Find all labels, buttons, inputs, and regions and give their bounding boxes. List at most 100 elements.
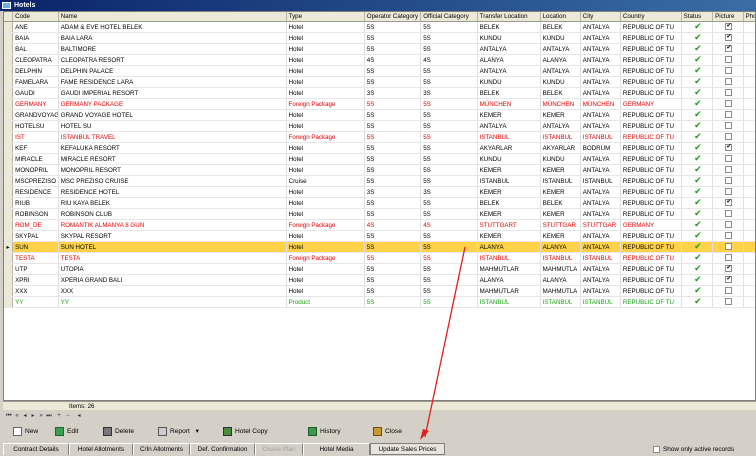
table-row[interactable]: GRANDVOYAG GRAND VOYAGE HOTEL Hotel 5S 5S KEM… [4, 109, 755, 121]
column-header-name[interactable]: Name [58, 12, 287, 22]
table-row[interactable]: DELPHIN DELPHIN PALACE Hotel 5S 5S ANTALYA ANT… [4, 65, 755, 77]
show-active-checkbox[interactable] [653, 445, 660, 453]
row-indicator[interactable] [4, 263, 14, 275]
picture-checkbox[interactable] [725, 33, 733, 42]
table-row[interactable]: MONOPRIL MONOPRIL RESORT Hotel 5S 5S KEMER KEM… [4, 164, 755, 176]
row-indicator[interactable] [4, 76, 14, 88]
close-button[interactable]: Close [373, 425, 402, 439]
picture-checkbox[interactable] [725, 221, 733, 229]
table-row[interactable]: SKYPAL SKYPAL RESORT Hotel 5S 5S KEMER KEMER AN… [4, 230, 755, 242]
picture-checkbox[interactable] [725, 243, 733, 251]
picture-checkbox[interactable] [725, 44, 733, 53]
picture-checkbox[interactable] [725, 67, 733, 75]
new-button[interactable]: New [13, 425, 38, 439]
row-indicator[interactable] [4, 274, 14, 286]
picture-checkbox[interactable] [725, 210, 733, 218]
table-row[interactable]: TESTA TESTA Foreign Package 5S 5S ISTANBUL IST… [4, 252, 755, 264]
nav-prev-page-icon[interactable]: « [13, 412, 21, 420]
table-row[interactable]: MIRACLE MIRACLE RESORT Hotel 5S 5S KUNDU KUNDU… [4, 153, 755, 165]
row-indicator[interactable] [4, 131, 14, 143]
picture-checkbox[interactable] [725, 298, 733, 306]
nav-remove-icon[interactable]: − [64, 412, 72, 420]
row-indicator[interactable] [4, 164, 14, 176]
tab-cin-allotments[interactable]: C/In Allotments [133, 443, 190, 455]
column-header-city[interactable]: City [580, 12, 621, 22]
tab-cruise-plan[interactable]: Cruise Plan [255, 443, 303, 455]
row-indicator[interactable] [4, 285, 14, 297]
table-row[interactable]: RESIDENCE RESIDENCE HOTEL Hotel 3S 3S KEMER KE… [4, 186, 755, 198]
picture-checkbox[interactable] [725, 275, 733, 284]
nav-scroll-icon[interactable]: ◂ [75, 412, 83, 420]
row-indicator[interactable] [4, 186, 14, 198]
table-row[interactable]: MSCPREZISO MSC PREZISO CRUISE Cruise 5S 5S IS… [4, 175, 755, 187]
row-indicator[interactable] [4, 153, 14, 165]
table-row[interactable]: HOTELSU HOTEL SU Hotel 5S 5S ANTALYA ANTALYA AN… [4, 120, 755, 132]
picture-checkbox[interactable] [725, 122, 733, 130]
row-indicator[interactable] [4, 32, 14, 44]
table-row[interactable]: UTP UTOPIA Hotel 5S 5S MAHMUTLAR MAHMUTLA ANTAL… [4, 263, 755, 275]
picture-checkbox[interactable] [725, 89, 733, 97]
row-indicator[interactable] [4, 54, 14, 66]
picture-checkbox[interactable] [725, 22, 733, 31]
hotel-copy-button[interactable]: Hotel Copy [223, 425, 268, 439]
row-indicator[interactable]: ▸ [4, 241, 14, 253]
row-indicator[interactable] [4, 109, 14, 121]
column-header-country[interactable]: Country [620, 12, 682, 22]
column-header-official-category[interactable]: Official Category [420, 12, 478, 22]
row-indicator[interactable] [4, 197, 14, 209]
nav-last-icon[interactable]: ⏭ [45, 412, 53, 420]
column-header-operator-category[interactable]: Operator Category [364, 12, 422, 22]
table-row[interactable]: ROBINSON ROBINSON CLUB Hotel 5S 5S KEMER KEMER… [4, 208, 755, 220]
table-row[interactable]: BAIA BAIA LARA Hotel 5S 5S KUNDU KUNDU ANTALYA R… [4, 32, 755, 44]
picture-checkbox[interactable] [725, 264, 733, 273]
table-row[interactable]: CLEOPATRA CLEOPATRA RESORT Hotel 4S 4S ALANYA… [4, 54, 755, 66]
picture-checkbox[interactable] [725, 111, 733, 119]
table-row[interactable]: RIUB RIU KAYA BELEK Hotel 5S 5S BELEK BELEK ANT… [4, 197, 755, 209]
table-row[interactable]: XPRI XPERIA GRAND BALI Hotel 5S 5S ALANYA ALAN… [4, 274, 755, 286]
column-header-location[interactable]: Location [540, 12, 581, 22]
row-indicator[interactable] [4, 142, 14, 154]
table-row[interactable]: GERMANY GERMANY PACKAGE Foreign Package 5S 5… [4, 98, 755, 110]
table-row[interactable]: ANE ADAM & EVE HOTEL BELEK Hotel 5S 5S BELEK B… [4, 21, 755, 33]
picture-checkbox[interactable] [725, 198, 733, 207]
row-indicator[interactable] [4, 208, 14, 220]
nav-first-icon[interactable]: ⏮ [5, 412, 13, 420]
picture-checkbox[interactable] [725, 177, 733, 185]
table-row[interactable]: KEF KEFALUKA RESORT Hotel 5S 5S AKYARLAR AKYAR… [4, 142, 755, 154]
tab-contract-details[interactable]: Contract Details [3, 443, 69, 455]
table-row[interactable]: ROM_DE ROMANTIK ALMANYA 8 GUN Foreign Pack… [4, 219, 755, 231]
picture-checkbox[interactable] [725, 232, 733, 240]
column-header-phone[interactable]: Phone [743, 12, 755, 22]
nav-prev-icon[interactable]: ◂ [21, 412, 29, 420]
column-header-type[interactable]: Type [286, 12, 365, 22]
picture-checkbox[interactable] [725, 155, 733, 163]
row-indicator[interactable] [4, 120, 14, 132]
table-row[interactable]: IST ISTANBUL TRAVEL Foreign Package 5S 5S IST… [4, 131, 755, 143]
history-button[interactable]: History [308, 425, 341, 439]
row-indicator[interactable] [4, 98, 14, 110]
row-indicator[interactable] [4, 296, 14, 308]
tab-hotel-media[interactable]: Hotel Media [303, 443, 370, 455]
table-row[interactable]: GAUDI GAUDI IMPERIAL RESORT Hotel 3S 3S BELEK… [4, 87, 755, 99]
nav-add-icon[interactable]: + [55, 412, 63, 420]
table-row[interactable]: ▸ SUN SUN HOTEL Hotel 5S 5S ALANYA ALANYA ANTALY… [4, 241, 755, 253]
table-row[interactable]: FAMELARA FAME RESIDENCE LARA Hotel 5S 5S KUND… [4, 76, 755, 88]
tab-def-confirmation[interactable]: Def. Confirmation [190, 443, 255, 455]
picture-checkbox[interactable] [725, 56, 733, 64]
picture-checkbox[interactable] [725, 78, 733, 86]
picture-checkbox[interactable] [725, 100, 733, 108]
picture-checkbox[interactable] [725, 254, 733, 262]
tab-hotel-allotments[interactable]: Hotel Allotments [69, 443, 133, 455]
picture-checkbox[interactable] [725, 188, 733, 196]
column-header-code[interactable]: Code [12, 12, 59, 22]
column-header-picture[interactable]: Picture [712, 12, 744, 22]
hotels-grid[interactable]: Code Name Type Operator Category Officia… [3, 11, 756, 401]
row-indicator[interactable] [4, 43, 14, 55]
picture-checkbox[interactable] [725, 143, 733, 152]
table-row[interactable]: YY YY Product 5S 5S ISTANBUL ISTANBUL ISTANBUL R… [4, 296, 755, 308]
report-button[interactable]: Report ▾ [158, 425, 199, 439]
column-header-status[interactable]: Status [681, 12, 714, 22]
chevron-down-icon[interactable]: ▾ [196, 428, 199, 435]
row-indicator[interactable] [4, 230, 14, 242]
tab-update-sales-prices[interactable]: Update Sales Prices [370, 443, 445, 455]
